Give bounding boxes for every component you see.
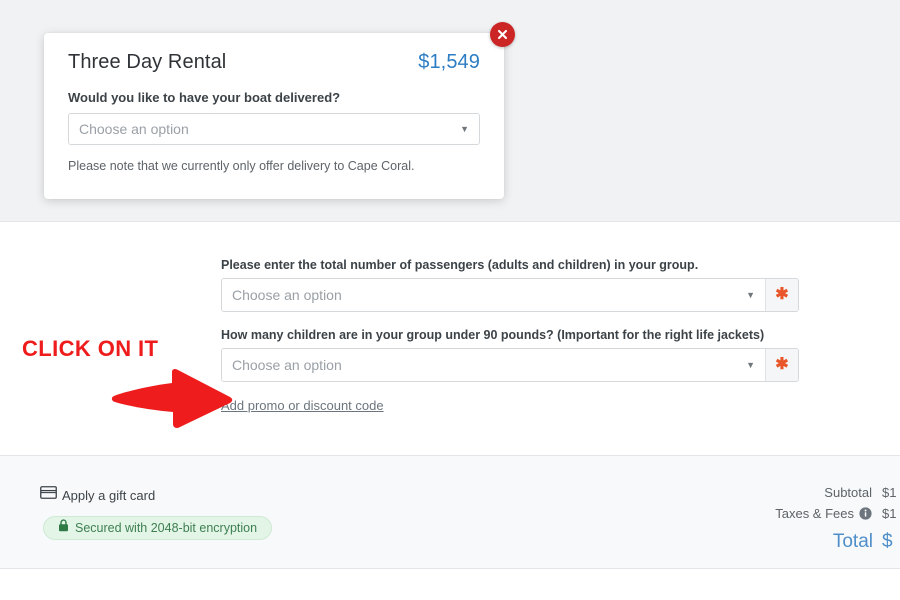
passengers-label: Please enter the total number of passeng… bbox=[221, 258, 699, 272]
close-icon[interactable] bbox=[490, 22, 515, 47]
total-label: Total bbox=[832, 531, 873, 552]
passengers-field-row: Choose an option ▼ ✱ bbox=[221, 278, 799, 312]
arrow-right-icon bbox=[110, 368, 235, 430]
annotation-text: CLICK ON IT bbox=[22, 336, 159, 361]
delivery-select[interactable]: Choose an option ▼ bbox=[68, 113, 480, 145]
taxes-fees-row: Taxes & Fees $1 bbox=[690, 503, 900, 524]
passengers-field-block: Please enter the total number of passeng… bbox=[221, 258, 799, 312]
apply-gift-card-label: Apply a gift card bbox=[62, 487, 156, 503]
passengers-select-placeholder: Choose an option bbox=[232, 287, 342, 303]
bottom-spacer bbox=[0, 569, 900, 600]
delivery-select-placeholder: Choose an option bbox=[79, 121, 189, 137]
apply-gift-card-button[interactable]: Apply a gift card bbox=[40, 486, 155, 504]
children-select-placeholder: Choose an option bbox=[232, 357, 342, 373]
subtotal-row: Subtotal $1 bbox=[690, 482, 900, 503]
chevron-down-icon: ▼ bbox=[460, 123, 469, 134]
modal-header: Three Day Rental $1,549 bbox=[68, 51, 480, 74]
required-asterisk-icon: ✱ bbox=[765, 349, 798, 381]
order-summary-bar: Apply a gift card Secured with 2048-bit … bbox=[0, 455, 900, 569]
add-promo-code-link[interactable]: Add promo or discount code bbox=[221, 398, 384, 413]
chevron-down-icon: ▼ bbox=[746, 359, 755, 370]
total-row: Total $ bbox=[690, 527, 900, 557]
passengers-select[interactable]: Choose an option ▼ bbox=[222, 279, 765, 311]
subtotal-label: Subtotal bbox=[824, 485, 872, 500]
taxes-fees-label: Taxes & Fees bbox=[775, 506, 854, 521]
rental-option-modal: Three Day Rental $1,549 Would you like t… bbox=[44, 22, 515, 199]
taxes-fees-value: $1 bbox=[882, 506, 897, 521]
delivery-question-label: Would you like to have your boat deliver… bbox=[68, 90, 341, 105]
checkout-page: Three Day Rental $1,549 Would you like t… bbox=[0, 0, 900, 600]
delivery-select-wrapper: Choose an option ▼ bbox=[68, 113, 480, 145]
subtotal-value: $1 bbox=[882, 485, 897, 500]
children-field-block: How many children are in your group unde… bbox=[221, 328, 799, 382]
credit-card-icon bbox=[40, 486, 57, 504]
children-label: How many children are in your group unde… bbox=[221, 328, 765, 342]
delivery-note: Please note that we currently only offer… bbox=[68, 159, 415, 173]
form-column: Please enter the total number of passeng… bbox=[221, 258, 799, 415]
children-select[interactable]: Choose an option ▼ bbox=[222, 349, 765, 381]
children-field-row: Choose an option ▼ ✱ bbox=[221, 348, 799, 382]
required-asterisk-icon: ✱ bbox=[765, 279, 798, 311]
modal-price: $1,549 bbox=[418, 51, 480, 73]
modal-title: Three Day Rental bbox=[68, 51, 227, 73]
status-badge: Secured with 2048-bit encryption bbox=[43, 516, 273, 540]
chevron-down-icon: ▼ bbox=[746, 289, 755, 300]
total-value: $ bbox=[882, 531, 893, 552]
info-icon[interactable] bbox=[859, 507, 872, 520]
secured-label: Secured with 2048-bit encryption bbox=[75, 521, 258, 535]
totals-list: Subtotal $1 Taxes & Fees $1 Total $ bbox=[690, 482, 900, 557]
lock-icon bbox=[58, 519, 69, 537]
